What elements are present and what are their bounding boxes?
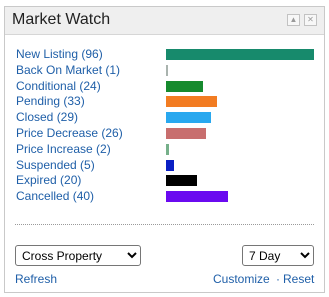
status-bar [166,159,174,171]
close-icon[interactable]: ✕ [304,14,317,26]
time-range-select[interactable]: 7 Day [242,245,314,266]
status-bar [166,143,169,155]
status-link[interactable]: Expired (20) [16,173,81,188]
status-link[interactable]: Price Decrease (26) [16,126,123,141]
status-link[interactable]: New Listing (96) [16,47,103,62]
status-link[interactable]: Back On Market (1) [16,63,120,78]
minimize-icon[interactable]: ▲ [287,14,300,26]
widget-header: Market Watch ▲ ✕ [5,7,324,35]
reset-link[interactable]: Reset [283,272,314,286]
customize-link[interactable]: Customize [213,272,270,286]
status-link[interactable]: Cancelled (40) [16,189,94,204]
divider [15,224,314,225]
status-bar [166,64,168,76]
widget-title: Market Watch [12,11,111,28]
status-link[interactable]: Closed (29) [16,110,78,125]
status-bar [166,127,206,139]
refresh-link[interactable]: Refresh [15,272,57,286]
status-bar [166,191,228,203]
link-separator: · [276,272,280,286]
market-watch-widget: Market Watch ▲ ✕ New Listing (96) Back On… [4,6,325,293]
status-bar [166,80,203,92]
status-link[interactable]: Pending (33) [16,94,85,109]
status-link[interactable]: Conditional (24) [16,79,101,94]
status-bar [166,175,197,187]
status-link[interactable]: Price Increase (2) [16,142,111,157]
status-bar [166,96,217,108]
status-link[interactable]: Suspended (5) [16,158,95,173]
property-type-select[interactable]: Cross Property [15,245,141,266]
status-bar [166,49,314,60]
status-bar [166,112,211,124]
